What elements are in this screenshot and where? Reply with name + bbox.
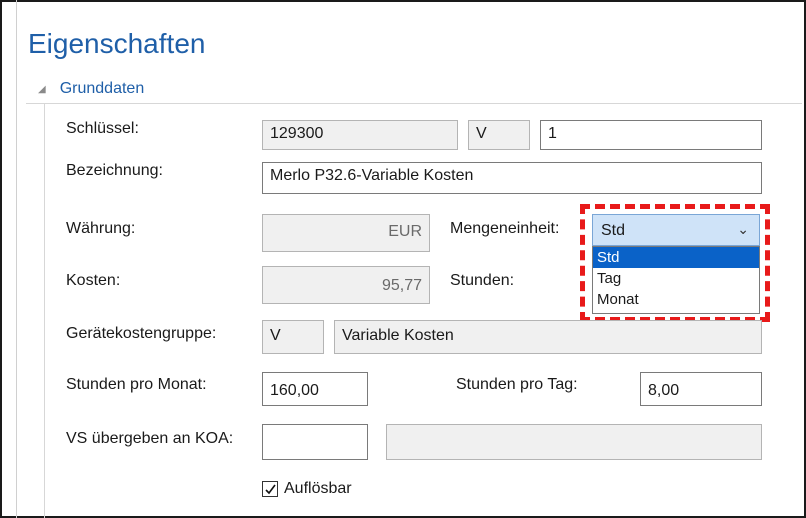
mengeneinheit-label: Mengeneinheit: — [450, 220, 560, 237]
aufloesbar-label[interactable]: Auflösbar — [284, 480, 352, 498]
vs-uebergeben-description[interactable] — [386, 424, 762, 460]
kosten-label: Kosten: — [66, 272, 121, 289]
kosten-field[interactable]: 95,77 — [262, 266, 430, 304]
section-indent-line — [44, 104, 45, 518]
vs-uebergeben-label: VS übergeben an KOA: — [66, 430, 234, 447]
geraetekostengruppe-code[interactable]: V — [262, 320, 324, 354]
schluessel-label: Schlüssel: — [66, 120, 139, 137]
schluessel-field-3[interactable]: 1 — [540, 120, 762, 150]
stunden-pro-tag-label: Stunden pro Tag: — [456, 376, 578, 393]
stunden-pro-monat-input[interactable]: 160,00 — [262, 372, 368, 406]
stunden-pro-monat-label: Stunden pro Monat: — [66, 376, 207, 393]
bezeichnung-input[interactable]: Merlo P32.6-Variable Kosten — [262, 162, 762, 194]
geraetekostengruppe-name[interactable]: Variable Kosten — [334, 320, 762, 354]
section-divider — [26, 103, 802, 104]
aufloesbar-checkbox[interactable] — [262, 481, 278, 497]
waehrung-label: Währung: — [66, 220, 136, 237]
highlight-annotation-box — [580, 204, 770, 322]
geraetekostengruppe-label: Gerätekostengruppe: — [66, 325, 217, 342]
section-header-grunddaten[interactable]: ◢ Grunddaten — [38, 80, 144, 98]
schluessel-field-1[interactable]: 129300 — [262, 120, 458, 150]
bezeichnung-label: Bezeichnung: — [66, 162, 163, 179]
waehrung-field[interactable]: EUR — [262, 214, 430, 252]
stunden-pro-tag-input[interactable]: 8,00 — [640, 372, 762, 406]
panel-left-border — [16, 0, 17, 518]
panel-title: Eigenschaften — [28, 28, 206, 59]
triangle-down-icon[interactable]: ◢ — [38, 84, 46, 95]
stunden-label: Stunden: — [450, 272, 515, 289]
schluessel-field-2[interactable]: V — [468, 120, 530, 150]
vs-uebergeben-input[interactable] — [262, 424, 368, 460]
section-label: Grunddaten — [59, 80, 145, 97]
checkmark-icon — [265, 484, 276, 495]
